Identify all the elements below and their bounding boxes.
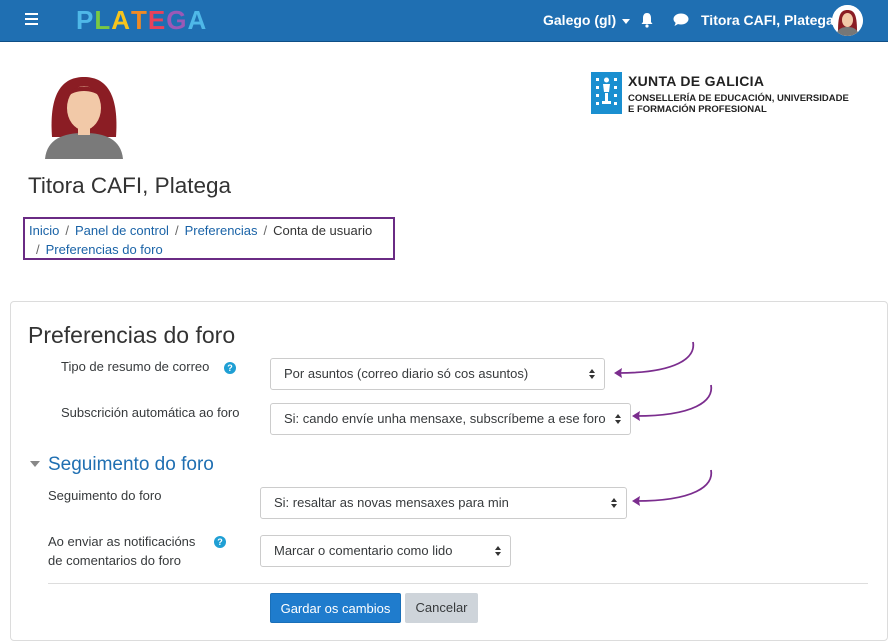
autosubscribe-label: Subscrición automática ao foro — [61, 405, 240, 420]
language-label: Galego (gl) — [543, 12, 617, 28]
logo-letter: T — [131, 5, 148, 35]
breadcrumb-item-preferencias-foro[interactable]: Preferencias do foro — [46, 242, 163, 257]
annotation-arrow-icon — [614, 341, 695, 378]
breadcrumb: Inicio / Panel de control / Preferencias / Con… — [23, 217, 395, 260]
breadcrumb-item-conta: Conta de usuario — [273, 223, 373, 238]
user-menu-name[interactable]: Titora CAFI, Platega — [701, 12, 834, 28]
logo-letter: A — [187, 5, 208, 35]
breadcrumb-separator: / — [263, 223, 268, 238]
tracking-value: Si: resaltar as novas mensaxes para min — [274, 495, 509, 510]
institution-sub-line2: E FORMACIÓN PROFESIONAL — [628, 104, 767, 115]
tracking-section-title[interactable]: Seguimento do foro — [48, 454, 214, 476]
top-navbar: PLATEGA Galego (gl) Titora CAFI, Platega — [0, 0, 888, 42]
digest-type-select[interactable]: Por asuntos (correo diario só cos asunto… — [270, 358, 605, 390]
institution-title: XUNTA DE GALICIA — [628, 73, 765, 89]
tracking-select[interactable]: Si: resaltar as novas mensaxes para min — [260, 487, 627, 519]
logo-letter: E — [147, 5, 167, 35]
institution-subtitle: CONSELLERÍA DE EDUCACIÓN, UNIVERSIDADE E… — [628, 93, 849, 115]
page-title: Titora CAFI, Platega — [28, 173, 231, 198]
save-button[interactable]: Gardar os cambios — [270, 593, 401, 623]
select-arrows-icon — [495, 546, 501, 556]
breadcrumb-separator: / — [174, 223, 179, 238]
tracking-label: Seguimento do foro — [48, 488, 162, 503]
language-menu[interactable]: Galego (gl) — [543, 12, 631, 28]
collapse-triangle-icon[interactable] — [30, 461, 40, 467]
institution-sub-line1: CONSELLERÍA DE EDUCACIÓN, UNIVERSIDADE — [628, 93, 849, 104]
breadcrumb-separator: / — [36, 242, 40, 257]
help-icon[interactable]: ? — [214, 536, 226, 548]
autosubscribe-select[interactable]: Si: cando envíe unha mensaxe, subscríbem… — [270, 403, 631, 435]
digest-type-value: Por asuntos (correo diario só cos asunto… — [284, 366, 529, 381]
logo-letter: G — [166, 5, 188, 35]
annotation-arrow-icon — [632, 384, 713, 421]
breadcrumb-item-panel[interactable]: Panel de control — [75, 223, 169, 238]
notify-label-line2: de comentarios do foro — [48, 553, 181, 568]
select-arrows-icon — [589, 369, 595, 379]
breadcrumb-item-inicio[interactable]: Inicio — [29, 223, 59, 238]
digest-type-label: Tipo de resumo de correo — [61, 359, 210, 374]
notify-label-line1: Ao enviar as notificacións — [48, 534, 196, 549]
breadcrumb-separator: / — [65, 223, 69, 238]
cancel-button[interactable]: Cancelar — [405, 593, 478, 623]
breadcrumb-item-preferencias[interactable]: Preferencias — [185, 223, 258, 238]
chat-bubble-icon[interactable] — [673, 13, 689, 27]
logo-letter: A — [111, 5, 132, 35]
logo-letter: L — [94, 5, 112, 35]
notify-value: Marcar o comentario como lido — [274, 543, 453, 558]
hamburger-menu-icon[interactable] — [25, 13, 38, 25]
profile-avatar — [45, 77, 123, 159]
bell-icon[interactable] — [640, 12, 654, 28]
notify-label: Ao enviar as notificacións de comentario… — [48, 532, 195, 570]
form-divider — [48, 583, 868, 584]
notify-select[interactable]: Marcar o comentario como lido — [260, 535, 511, 567]
chevron-down-icon — [622, 18, 631, 24]
form-title: Preferencias do foro — [28, 322, 236, 348]
xunta-emblem-icon — [591, 72, 622, 114]
annotation-arrow-icon — [632, 469, 713, 506]
user-avatar[interactable] — [832, 5, 863, 36]
platega-logo[interactable]: PLATEGA — [76, 5, 207, 36]
select-arrows-icon — [615, 414, 621, 424]
logo-letter: P — [76, 5, 95, 35]
select-arrows-icon — [611, 498, 617, 508]
help-icon[interactable]: ? — [224, 362, 236, 374]
autosubscribe-value: Si: cando envíe unha mensaxe, subscríbem… — [284, 411, 606, 426]
